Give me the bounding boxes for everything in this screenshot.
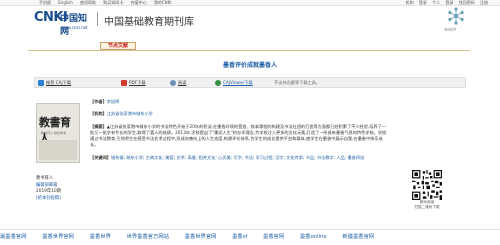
cover-band <box>39 140 77 160</box>
download-toolbar: 推荐 CAJ下载 PDF下载 阅读 CAJViewer下载 不支持迅雷等下载工具… <box>34 77 466 88</box>
top-link-help[interactable]: 使用帮助 <box>80 0 96 5</box>
org-row: 【机构】江苏省张家港市城东小学 <box>90 111 390 117</box>
caj-download-label: 推荐 CAJ下载 <box>46 80 72 85</box>
header-divider <box>97 12 98 26</box>
qr-caption: 移动阅读 扫描二维码下载 <box>414 200 440 209</box>
site-name: 中国基础教育期刊库 <box>104 17 194 28</box>
bottom-link[interactable]: 墨香sf <box>232 234 247 240</box>
zhiwangjie-logo: 知网节 <box>436 6 476 36</box>
top-link-personal[interactable]: 个人 <box>432 0 440 5</box>
cajviewer-icon <box>215 80 221 86</box>
bottom-link-bar: 最墨香官网 墨香世界官网 墨香世界 世界墨香官方网站 墨香世界官网 墨香sf 墨… <box>0 229 500 245</box>
logo-url-text: www.cnki.net <box>61 25 88 30</box>
top-link-recover-password[interactable]: 找回密码 <box>459 0 475 5</box>
qr-code-icon <box>412 170 442 200</box>
keywords-links[interactable]: 城东镇; 城东小学; 古典文化; 美德; 艺术; 高雅; 相关文化; 心灵美; … <box>111 155 364 160</box>
journal-issue: 2019年10期 <box>36 189 61 194</box>
author-label: 【作者】 <box>90 99 107 104</box>
top-nav: 手机版 English 使用帮助 购买知网卡 充值中心 我的CNKI 机构 登录… <box>0 0 500 6</box>
read-icon <box>170 80 176 86</box>
cnki-logo[interactable]: CNKI 中国知网 www.cnki.net <box>34 8 94 37</box>
pdf-download-label: PDF下载 <box>129 80 146 85</box>
download-warning: 不支持迅雷等下载工具。 <box>274 80 321 85</box>
bottom-link[interactable]: 世界墨香官方网站 <box>127 234 169 240</box>
top-link-mobile[interactable]: 手机版 <box>39 0 51 5</box>
article-title: 墨香评价成就墨香人 <box>222 62 277 69</box>
org-label: 【机构】 <box>90 111 107 117</box>
author-row: 【作者】李旭明 <box>90 99 390 105</box>
top-link-my-cnki[interactable]: 我的CNKI <box>154 0 172 5</box>
keywords-row: 【关键词】城东镇; 城东小学; 古典文化; 美德; 艺术; 高雅; 相关文化; … <box>90 155 390 161</box>
abstract-text: ▲江苏省张家港市城东小学的书法特色开始于20年的积淀,在墨香环境的营造、校本课程… <box>90 123 387 148</box>
cajviewer-download-button[interactable]: CAJViewer下载 <box>215 79 253 87</box>
bottom-links: 最墨香官网 墨香世界官网 墨香世界 世界墨香官方网站 墨香世界官网 墨香sf 墨… <box>0 233 500 242</box>
snowflake-icon <box>448 7 464 25</box>
cajviewer-download-label: CAJViewer下载 <box>223 80 253 85</box>
bottom-link[interactable]: 新疆墨香官网 <box>342 234 374 240</box>
pdf-icon <box>121 80 127 86</box>
top-link-english[interactable]: English <box>58 0 72 5</box>
top-link-org-login[interactable]: 登录 <box>419 0 427 5</box>
bottom-link[interactable]: 墨香online <box>300 234 327 240</box>
top-link-org[interactable]: 机构 <box>406 0 414 5</box>
cover-subtitle: 教书育人·校长参考 <box>41 131 66 135</box>
bottom-link[interactable]: 墨香世界官网 <box>42 234 74 240</box>
pdf-download-button[interactable]: PDF下载 <box>121 79 146 87</box>
read-online-button[interactable]: 阅读 <box>170 79 186 87</box>
logo-chinese-text: 中国知网 <box>60 14 88 37</box>
top-link-recharge[interactable]: 充值中心 <box>131 0 147 5</box>
section-divider <box>28 50 470 51</box>
top-link-register[interactable]: 注册 <box>480 0 488 5</box>
org-link[interactable]: 江苏省张家港市城东小学 <box>107 111 153 116</box>
keywords-label: 【关键词】 <box>90 154 111 160</box>
bottom-link[interactable]: 墨香世界 <box>90 234 111 240</box>
caj-download-button[interactable]: 推荐 CAJ下载 <box>38 79 71 87</box>
top-link-buy-card[interactable]: 购买知网卡 <box>103 0 123 5</box>
author-link[interactable]: 李旭明 <box>107 99 120 104</box>
article-info: 【作者】李旭明 【机构】江苏省张家港市城东小学 【摘要】▲江苏省张家港市城东小学… <box>90 99 390 167</box>
top-link-personal-login[interactable]: 登录 <box>445 0 453 5</box>
zhiwangjie-text: 知网节 <box>444 27 456 32</box>
journal-meta: 教书育人 编辑部邮箱 2019年10期 [给本刊投稿] <box>36 176 61 202</box>
abstract-row: 【摘要】▲江苏省张家港市城东小学的书法特色开始于20年的积淀,在墨香环境的营造、… <box>90 124 390 149</box>
journal-cover[interactable]: 教書育人 教书育人·校长参考 <box>36 103 80 163</box>
section-tab: 节点文献 <box>100 42 136 50</box>
caj-icon <box>38 80 44 86</box>
bottom-link[interactable]: 墨香世界官网 <box>185 234 217 240</box>
submit-manuscript-link[interactable]: [给本刊投稿] <box>36 196 61 203</box>
bottom-link[interactable]: 最墨香官网 <box>0 234 27 240</box>
read-online-label: 阅读 <box>178 80 187 85</box>
abstract-label: 【摘要】 <box>90 123 107 129</box>
bottom-link[interactable]: 墨香官网 <box>263 234 284 240</box>
top-nav-left: 手机版 English 使用帮助 购买知网卡 充值中心 我的CNKI <box>39 0 177 6</box>
